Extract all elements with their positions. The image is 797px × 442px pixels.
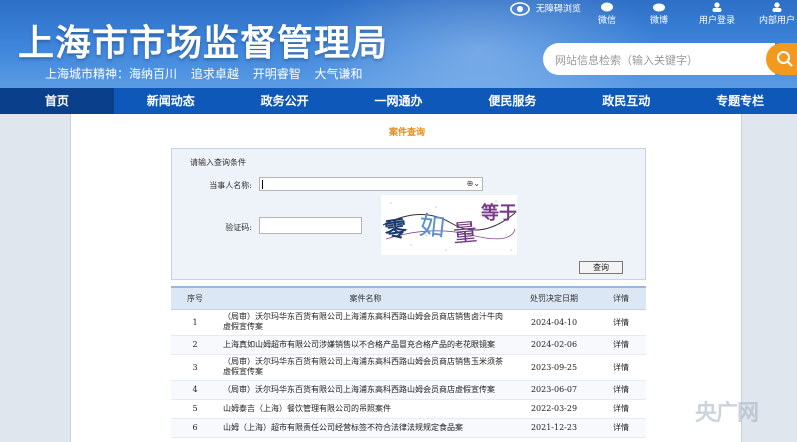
nav-interaction[interactable]: 政民互动 — [569, 88, 683, 114]
captcha-image[interactable]: 零 如 量 等于 — [381, 195, 517, 255]
row-date: 2021-12-23 — [512, 418, 596, 438]
row-case-name: （局审）沃尔玛华东百货有限公司上海浦东高科西路山姆会员商店虚假宣传案 — [219, 380, 512, 400]
text-caret — [262, 180, 263, 189]
user-login-label: 用户登录 — [699, 16, 736, 26]
row-detail-link[interactable]: 详情 — [596, 418, 646, 438]
row-case-name: （局审）沃尔玛华东百货有限公司上海浦东高科西路山姆会员商店销售卤汁牛肉虚假宣传案 — [219, 309, 512, 336]
row-case-name: 上海真如山姆超市有限公司涉嫌销售以不合格产品冒充合格产品的老花眼镜案 — [219, 335, 512, 355]
row-case-name: 山姆（上海）超市有限责任公司经营标签不符合法律法规规定食品案 — [219, 418, 512, 438]
row-case-name: （局审）沃尔玛华东百货有限公司上海浦东高科西路山姆会员商店销售玉米须茶虚假宣传案 — [219, 354, 512, 381]
user-icon — [712, 2, 722, 12]
query-form: 请输入查询条件 当事人名称: ⊕⌄ 验证码: 零 如 量 等于 查询 — [171, 148, 646, 280]
wechat-label: 微信 — [598, 16, 617, 26]
main-content: 案件查询 请输入查询条件 当事人名称: ⊕⌄ 验证码: 零 如 量 等于 查询 — [70, 114, 742, 442]
row-date: 2023-06-07 — [512, 380, 596, 400]
accessibility-label: 无障碍浏览 — [535, 4, 581, 15]
row-detail-link[interactable]: 详情 — [596, 309, 646, 336]
row-no: 4 — [171, 380, 219, 400]
svg-text:等于: 等于 — [481, 202, 517, 224]
table-row: 1 （局审）沃尔玛华东百货有限公司上海浦东高科西路山姆会员商店销售卤汁牛肉虚假宣… — [171, 309, 646, 336]
internal-user-button[interactable]: 内部用户 — [759, 2, 795, 26]
row-no: 5 — [171, 399, 219, 419]
slogan-part: 大气谦和 — [314, 67, 363, 81]
row-detail-link[interactable]: 详情 — [596, 380, 646, 400]
row-detail-link[interactable]: 详情 — [596, 335, 646, 355]
results-table: 序号 案件名称 处罚决定日期 详情 1 （局审）沃尔玛华东百货有限公司上海浦东高… — [171, 286, 646, 438]
table-row: 6 山姆（上海）超市有限责任公司经营标签不符合法律法规规定食品案 2021-12… — [171, 418, 646, 438]
search-input[interactable]: 网站信息检索（输入关键字） — [543, 43, 775, 75]
captcha-text: 零 — [382, 215, 409, 244]
eye-icon — [510, 2, 530, 16]
wechat-button[interactable]: 微信 — [598, 2, 616, 26]
internal-user-label: 内部用户 — [759, 16, 796, 26]
captcha-label: 验证码: — [225, 223, 252, 232]
nav-one-stop-service[interactable]: 一网通办 — [342, 88, 456, 114]
svg-text:如: 如 — [417, 211, 446, 244]
autofill-dropdown-icon[interactable]: ⊕⌄ — [467, 179, 480, 188]
captcha-input[interactable] — [259, 217, 362, 234]
row-no: 3 — [171, 354, 219, 381]
site-header: 上海市市场监督管理局 上海城市精神：海纳百川 追求卓越 开明睿智 大气谦和 无障… — [0, 0, 797, 88]
row-no: 6 — [171, 418, 219, 438]
accessibility-button[interactable]: 无障碍浏览 — [510, 1, 581, 17]
slogan-part: 上海城市精神：海纳百川 — [45, 67, 178, 81]
weibo-button[interactable]: 微博 — [650, 2, 668, 26]
table-row: 2 上海真如山姆超市有限公司涉嫌销售以不合格产品冒充合格产品的老花眼镜案 202… — [171, 335, 646, 355]
nav-news[interactable]: 新闻动态 — [114, 88, 228, 114]
city-slogan: 上海城市精神：海纳百川 追求卓越 开明睿智 大气谦和 — [45, 65, 373, 82]
nav-public-service[interactable]: 便民服务 — [455, 88, 569, 114]
page-title: 案件查询 — [388, 128, 425, 138]
row-date: 2022-03-29 — [512, 399, 596, 419]
table-row: 5 山姆泰吉（上海）餐饮管理有限公司的吊照案件 2022-03-29 详情 — [171, 399, 646, 419]
nav-government-affairs[interactable]: 政务公开 — [228, 88, 342, 114]
user-login-button[interactable]: 用户登录 — [699, 2, 735, 26]
row-no: 1 — [171, 309, 219, 336]
search-button[interactable] — [766, 43, 797, 75]
row-date: 2024-02-06 — [512, 335, 596, 355]
nav-special-topics[interactable]: 专题专栏 — [683, 88, 797, 114]
party-name-label: 当事人名称: — [209, 181, 252, 190]
wechat-icon — [601, 2, 613, 12]
col-header-date: 处罚决定日期 — [512, 286, 596, 310]
nav-home[interactable]: 首页 — [0, 88, 114, 114]
table-header-row: 序号 案件名称 处罚决定日期 详情 — [171, 286, 646, 310]
slogan-part: 开明睿智 — [252, 67, 301, 81]
slogan-part: 追求卓越 — [190, 67, 239, 81]
query-button[interactable]: 查询 — [579, 261, 623, 274]
table-row: 4 （局审）沃尔玛华东百货有限公司上海浦东高科西路山姆会员商店虚假宣传案 202… — [171, 380, 646, 400]
col-header-case-name: 案件名称 — [219, 286, 512, 310]
table-row: 3 （局审）沃尔玛华东百货有限公司上海浦东高科西路山姆会员商店销售玉米须茶虚假宣… — [171, 354, 646, 381]
row-case-name: 山姆泰吉（上海）餐饮管理有限公司的吊照案件 — [219, 399, 512, 419]
party-name-input[interactable]: ⊕⌄ — [259, 177, 483, 191]
site-title[interactable]: 上海市市场监督管理局 — [18, 14, 388, 66]
col-header-no: 序号 — [171, 286, 219, 310]
watermark: 央广网 — [695, 401, 759, 426]
row-date: 2024-04-10 — [512, 309, 596, 336]
row-detail-link[interactable]: 详情 — [596, 354, 646, 381]
query-heading: 请输入查询条件 — [190, 158, 246, 167]
weibo-icon — [653, 3, 665, 12]
col-header-detail: 详情 — [596, 286, 646, 310]
row-no: 2 — [171, 335, 219, 355]
weibo-label: 微博 — [650, 16, 669, 26]
user-icon — [772, 2, 782, 12]
svg-text:量: 量 — [452, 218, 478, 248]
search-icon — [777, 51, 793, 67]
main-nav: 首页 新闻动态 政务公开 一网通办 便民服务 政民互动 专题专栏 — [0, 88, 797, 114]
row-date: 2023-09-25 — [512, 354, 596, 381]
row-detail-link[interactable]: 详情 — [596, 399, 646, 419]
